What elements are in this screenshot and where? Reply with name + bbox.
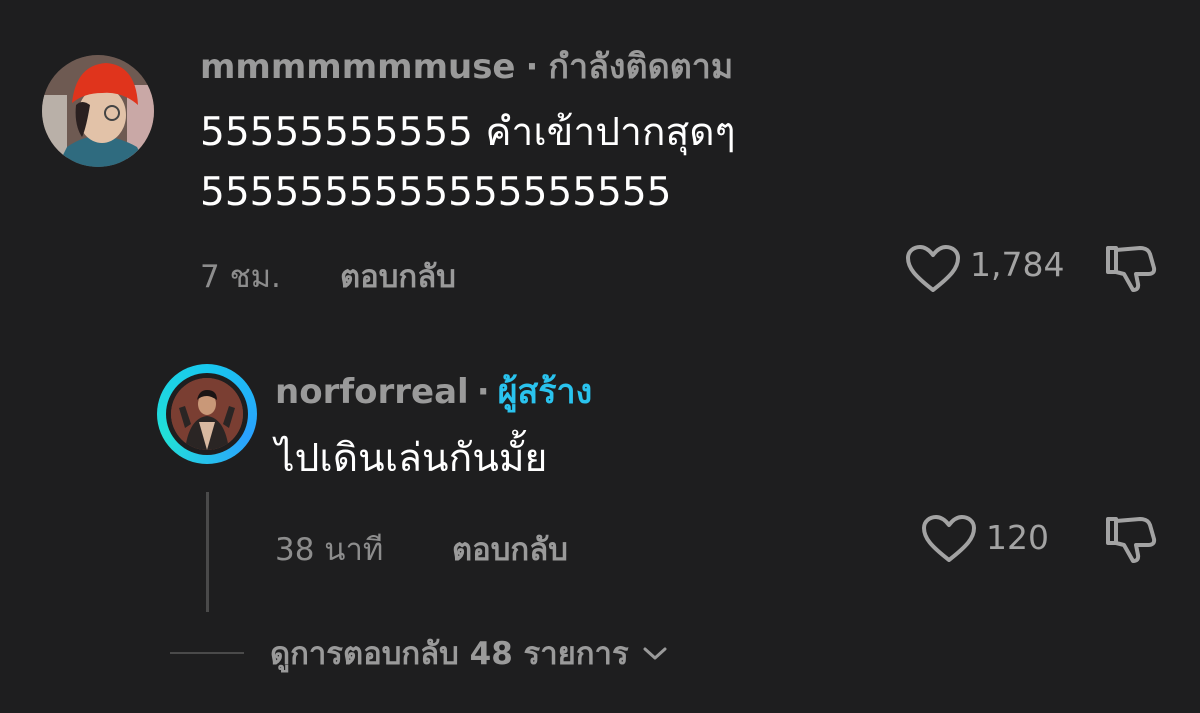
like-count: 120 bbox=[986, 518, 1049, 557]
commenter-username[interactable]: mmmmmmmuse bbox=[200, 47, 516, 87]
comment-header: mmmmmmmuse · กำลังติดตาม bbox=[200, 47, 733, 87]
thread-line bbox=[206, 492, 209, 612]
heart-icon[interactable] bbox=[905, 244, 961, 294]
comment-text: 55555555555 คำเข้าปากสุดๆ 55555555555555… bbox=[200, 110, 736, 215]
reply-header: norforreal · ผู้สร้าง bbox=[275, 372, 592, 412]
like-count: 1,784 bbox=[970, 245, 1065, 284]
reply-button[interactable]: ตอบกลับ bbox=[340, 257, 456, 297]
dislike-icon[interactable] bbox=[1102, 242, 1158, 294]
reply-to-reply-button[interactable]: ตอบกลับ bbox=[452, 530, 568, 570]
header-separator: · bbox=[525, 47, 539, 87]
creator-username[interactable]: norforreal bbox=[275, 372, 469, 412]
view-replies-button[interactable]: ดูการตอบกลับ 48 รายการ bbox=[270, 634, 669, 674]
dislike-icon[interactable] bbox=[1102, 513, 1158, 565]
creator-avatar[interactable] bbox=[157, 364, 257, 464]
header-separator: · bbox=[476, 372, 490, 412]
reply-timestamp: 38 นาที bbox=[275, 532, 384, 568]
heart-icon[interactable] bbox=[921, 514, 977, 564]
creator-avatar-photo bbox=[171, 378, 243, 450]
view-replies-label: ดูการตอบกลับ 48 รายการ bbox=[270, 636, 629, 672]
view-replies-divider bbox=[170, 652, 244, 654]
comment-timestamp: 7 ชม. bbox=[200, 259, 281, 295]
follow-status: กำลังติดตาม bbox=[548, 47, 734, 87]
avatar-ring-gap bbox=[166, 373, 248, 455]
creator-badge: ผู้สร้าง bbox=[497, 372, 593, 412]
commenter-avatar[interactable] bbox=[42, 55, 154, 167]
chevron-down-icon bbox=[643, 647, 667, 660]
reply-text: ไปเดินเล่นกันมั้ย bbox=[275, 436, 548, 481]
